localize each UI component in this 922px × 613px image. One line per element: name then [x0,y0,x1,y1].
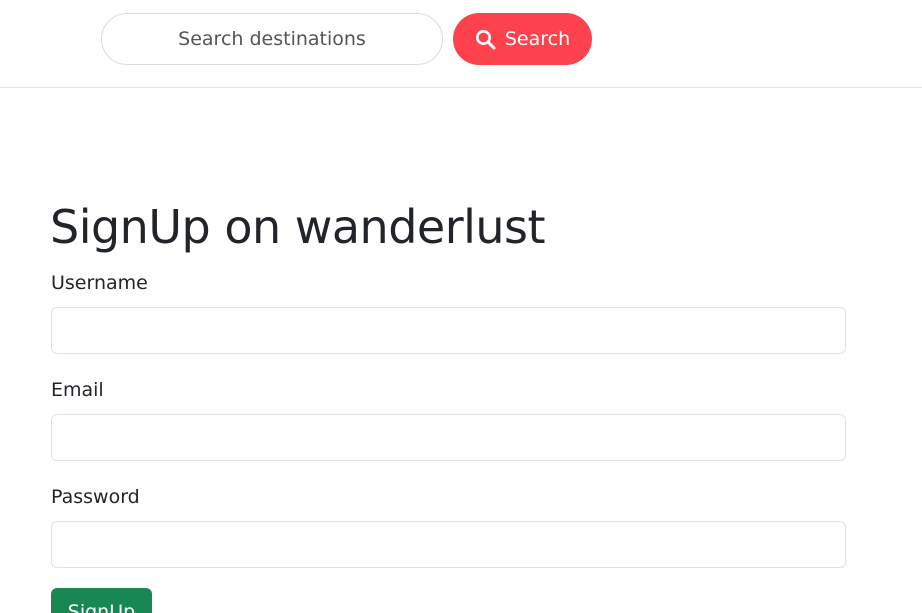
search-button[interactable]: Search [453,13,592,65]
password-field[interactable] [51,521,846,568]
search-input[interactable] [101,13,443,65]
navbar: Search [0,0,922,88]
email-field[interactable] [51,414,846,461]
password-label: Password [51,486,140,508]
username-field[interactable] [51,307,846,354]
email-label: Email [51,379,104,401]
search-icon [475,29,496,50]
signup-button[interactable]: SignUp [51,588,152,613]
page-title: SignUp on wanderlust [50,200,546,254]
search-button-label: Search [504,28,571,50]
username-label: Username [51,272,148,294]
